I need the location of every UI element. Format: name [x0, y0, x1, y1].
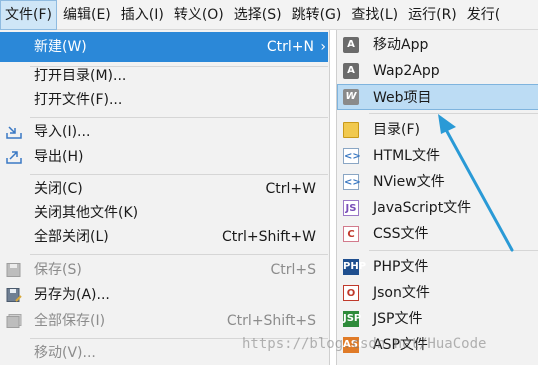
menu-item-label: 全部保存(I) [34, 313, 106, 329]
shortcut-label: Ctrl+S [270, 262, 316, 278]
watermark: https://blog.csdn.net/HuaCode [242, 336, 487, 352]
menu-run[interactable]: 运行(R) [404, 0, 461, 30]
web-project-icon: W [343, 89, 359, 105]
menu-item-label: 关闭其他文件(K) [34, 205, 139, 221]
folder-icon [343, 122, 359, 138]
submenu-item-label: HTML文件 [373, 148, 440, 164]
menu-publish[interactable]: 发行( [463, 0, 504, 30]
php-file-icon: PHP [343, 259, 366, 275]
file-menu: 新建(W) Ctrl+N › 打开目录(M)... 打开文件(F)... 导入(… [0, 30, 330, 365]
menu-item-save-as[interactable]: 另存为(A)... [0, 283, 328, 307]
menu-item-label: 关闭(C) [34, 181, 83, 197]
menu-separator [30, 117, 328, 118]
menu-item-label: 移动(V)... [34, 345, 96, 361]
import-icon [6, 126, 22, 139]
submenu-item-label: JSP文件 [373, 311, 423, 327]
jsp-file-icon: JSP [343, 311, 361, 327]
menu-item-close[interactable]: 关闭(C) Ctrl+W [0, 177, 328, 201]
submenu-item-label: NView文件 [373, 174, 445, 190]
submenu-item-label: Web项目 [373, 90, 432, 106]
submenu-item-javascript-file[interactable]: JS JavaScript文件 [337, 195, 538, 221]
menu-item-label: 导入(I)... [34, 124, 91, 140]
menu-edit[interactable]: 编辑(E) [59, 0, 115, 30]
menu-goto[interactable]: 跳转(G) [288, 0, 346, 30]
submenu-item-label: PHP文件 [373, 259, 429, 275]
menu-item-label: 另存为(A)... [34, 287, 110, 303]
submenu-item-wap2app[interactable]: A Wap2App [337, 58, 538, 84]
submenu-item-html-file[interactable]: <> HTML文件 [337, 143, 538, 169]
menu-item-label: 打开目录(M)... [34, 68, 127, 84]
menu-select[interactable]: 选择(S) [230, 0, 286, 30]
submenu-item-label: 目录(F) [373, 122, 420, 138]
menu-item-import[interactable]: 导入(I)... [0, 120, 328, 144]
menu-item-close-all[interactable]: 全部关闭(L) Ctrl+Shift+W [0, 225, 328, 249]
menu-item-save-all[interactable]: 全部保存(I) Ctrl+Shift+S [0, 309, 328, 333]
menu-item-label: 保存(S) [34, 262, 82, 278]
menu-item-label: 全部关闭(L) [34, 229, 109, 245]
javascript-file-icon: JS [343, 200, 359, 216]
nview-file-icon: <> [343, 174, 361, 190]
menu-item-label: 导出(H) [34, 149, 84, 165]
menu-find[interactable]: 查找(L) [347, 0, 402, 30]
chevron-right-icon: › [320, 39, 326, 55]
submenu-item-jsp-file[interactable]: JSP JSP文件 [337, 306, 538, 332]
menu-insert[interactable]: 插入(I) [117, 0, 168, 30]
menu-item-open-file[interactable]: 打开文件(F)... [0, 88, 328, 112]
app-icon: A [343, 63, 359, 79]
save-as-icon [6, 288, 22, 302]
submenu-item-label: Wap2App [373, 63, 440, 79]
menu-item-save[interactable]: 保存(S) Ctrl+S [0, 258, 328, 282]
menu-escape[interactable]: 转义(O) [170, 0, 228, 30]
submenu-item-nview-file[interactable]: <> NView文件 [337, 169, 538, 195]
shortcut-label: Ctrl+W [265, 181, 316, 197]
shortcut-label: Ctrl+Shift+W [221, 229, 316, 245]
submenu-item-mobile-app[interactable]: A 移动App [337, 32, 538, 58]
menu-separator [369, 113, 538, 114]
menu-separator [369, 250, 538, 251]
save-all-icon [6, 314, 22, 328]
submenu-item-json-file[interactable]: O Json文件 [337, 280, 538, 306]
menu-item-label: 打开文件(F)... [34, 92, 123, 108]
menu-separator [30, 254, 328, 255]
menu-item-label: 新建(W) [34, 39, 87, 55]
css-file-icon: C [343, 226, 359, 242]
menu-item-open-directory[interactable]: 打开目录(M)... [0, 64, 328, 88]
menu-separator [30, 174, 328, 175]
menu-item-close-others[interactable]: 关闭其他文件(K) [0, 201, 328, 225]
save-icon [6, 263, 21, 277]
shortcut-label: Ctrl+Shift+S [226, 313, 316, 329]
menubar: 文件(F) 编辑(E) 插入(I) 转义(O) 选择(S) 跳转(G) 查找(L… [0, 0, 538, 30]
submenu-item-label: JavaScript文件 [373, 200, 472, 216]
app-icon: A [343, 37, 359, 53]
submenu-item-label: 移动App [373, 37, 429, 53]
submenu-item-php-file[interactable]: PHP PHP文件 [337, 254, 538, 280]
new-submenu: A 移动App A Wap2App W Web项目 目录(F) <> HTML文… [336, 30, 538, 365]
submenu-item-label: Json文件 [373, 285, 430, 301]
menu-item-export[interactable]: 导出(H) [0, 145, 328, 169]
submenu-item-label: CSS文件 [373, 226, 429, 242]
export-icon [6, 151, 22, 164]
submenu-item-css-file[interactable]: C CSS文件 [337, 221, 538, 247]
menu-item-new[interactable]: 新建(W) Ctrl+N › [0, 32, 328, 62]
submenu-item-web-project[interactable]: W Web项目 [337, 84, 538, 110]
menu-file[interactable]: 文件(F) [0, 0, 57, 30]
html-file-icon: <> [343, 148, 361, 164]
json-file-icon: O [343, 285, 359, 301]
submenu-item-directory[interactable]: 目录(F) [337, 117, 538, 143]
shortcut-label: Ctrl+N [266, 39, 314, 55]
